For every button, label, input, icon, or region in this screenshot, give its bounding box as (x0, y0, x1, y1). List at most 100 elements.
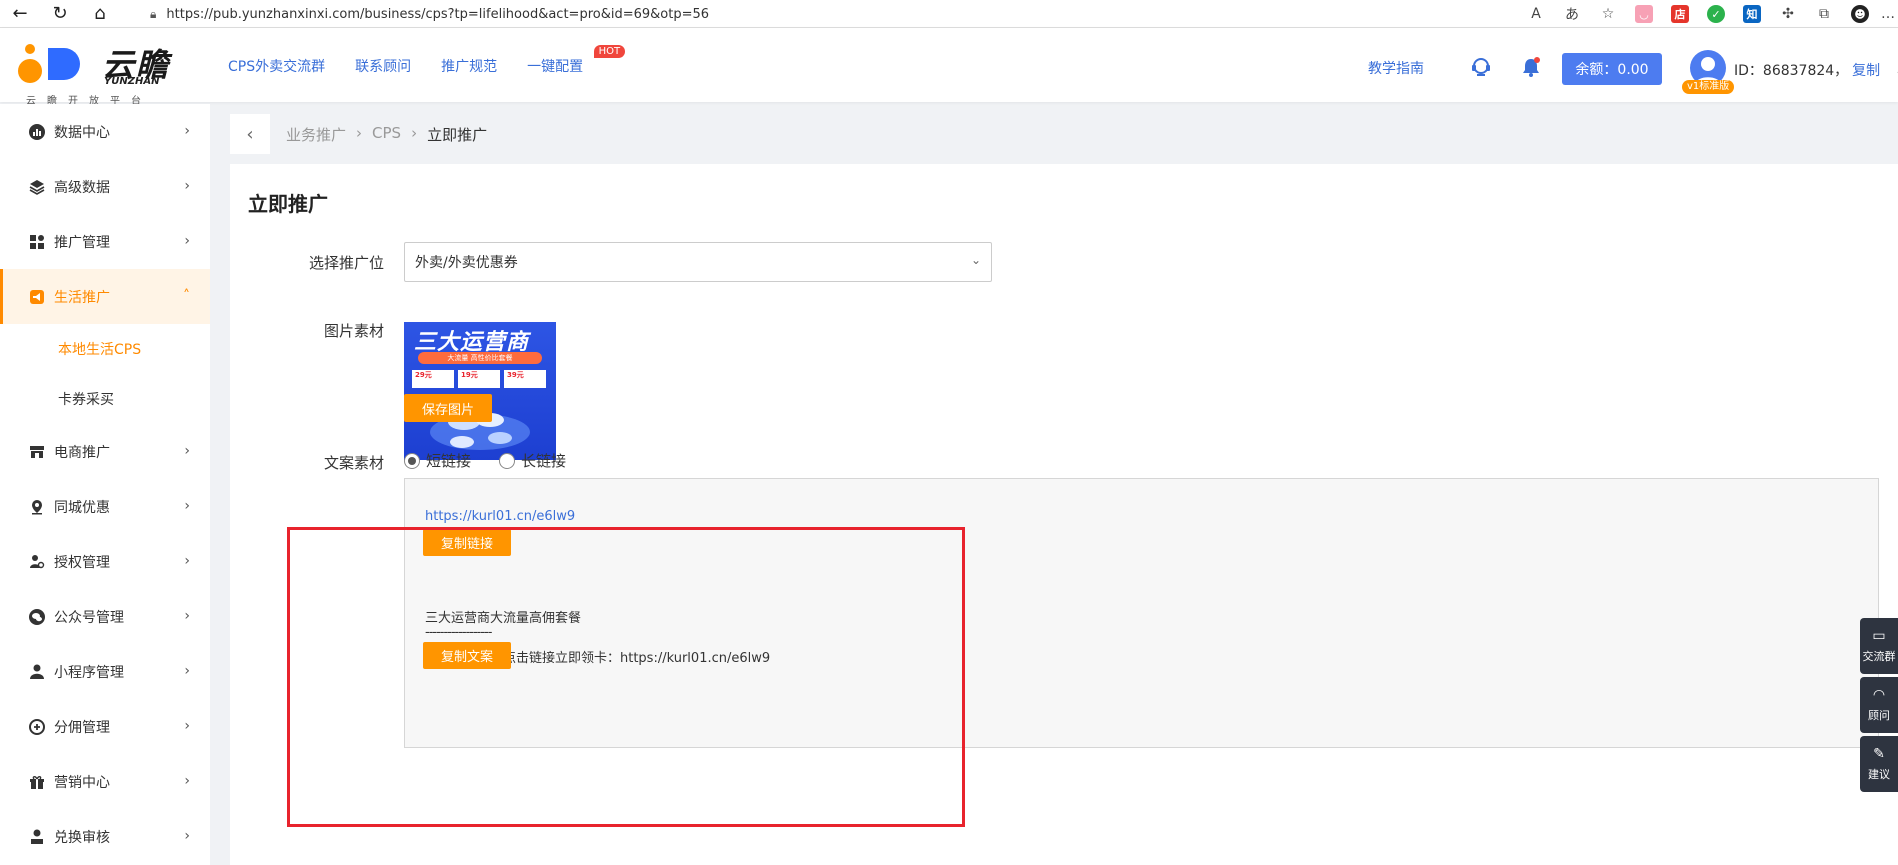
poster-price-card: 19元 (458, 370, 500, 388)
more-icon[interactable]: … (1878, 0, 1898, 28)
chevron-right-icon: › (184, 718, 190, 734)
sidebar-item-mini-program[interactable]: 小程序管理 › (0, 644, 210, 699)
chart-icon (28, 123, 46, 141)
float-suggestion[interactable]: ✎ 建议 (1860, 736, 1898, 792)
chevron-right-icon: › (184, 608, 190, 624)
promo-position-select[interactable]: 外卖/外卖优惠券 ⌄ (404, 242, 992, 282)
short-link-url[interactable]: https://kurl01.cn/e6lw9 (425, 509, 575, 524)
person-icon (28, 663, 46, 681)
customer-service-icon[interactable] (1470, 56, 1492, 78)
link-type-radio-group: 短链接 长链接 (404, 450, 566, 471)
radio-unchecked-icon (499, 452, 516, 469)
sidebar-subitem-coupon-purchase[interactable]: 卡券采买 (0, 374, 210, 424)
wechat-icon (28, 608, 46, 626)
balance-button[interactable]: 余额：0.00 (1562, 53, 1662, 85)
tutorial-link[interactable]: 教学指南 (1368, 58, 1458, 78)
sidebar-item-label: 同城优惠 (54, 499, 110, 516)
sidebar-item-official-account[interactable]: 公众号管理 › (0, 589, 210, 644)
sidebar-item-commission[interactable]: 分佣管理 › (0, 699, 210, 754)
long-link-radio[interactable]: 长链接 (499, 450, 566, 471)
address-bar[interactable]: 🔒︎ https://pub.yunzhanxinxi.com/business… (150, 0, 1540, 28)
favorite-add-icon[interactable]: ☆ (1590, 0, 1626, 28)
translate-icon[interactable]: あ (1554, 0, 1590, 28)
extension-cat-icon[interactable]: ◡ (1626, 0, 1662, 28)
chevron-right-icon: › (184, 773, 190, 789)
commission-icon (28, 718, 46, 736)
sidebar-item-advanced-data[interactable]: 高级数据 › (0, 159, 210, 214)
breadcrumb-item[interactable]: 业务推广 (286, 124, 346, 145)
image-label: 图片素材 (323, 322, 384, 340)
sidebar-item-life-promo[interactable]: 生活推广 ˄ (0, 269, 210, 324)
back-button[interactable]: ‹ (230, 114, 270, 154)
copy-id-link[interactable]: 复制 (1852, 63, 1880, 79)
sidebar-item-label: 小程序管理 (54, 664, 124, 681)
short-link-radio[interactable]: 短链接 (404, 450, 471, 471)
notification-bell-icon[interactable] (1520, 56, 1542, 78)
edit-icon: ✎ (1873, 746, 1885, 762)
back-arrow-icon[interactable]: ← (0, 0, 40, 28)
extensions-puzzle-icon[interactable]: ✣ (1770, 0, 1806, 28)
user-id-text: ID：86837824， (1734, 63, 1849, 79)
float-advisor-label: 顾问 (1868, 709, 1890, 722)
page-title: 立即推广 (248, 192, 328, 216)
collections-icon[interactable]: ⧉ (1806, 0, 1842, 28)
poster-top-logos (404, 310, 556, 322)
float-chat-group[interactable]: ▭ 交流群 (1860, 618, 1898, 674)
sidebar-subitem-local-cps[interactable]: 本地生活CPS (0, 324, 210, 374)
breadcrumb-separator: › (356, 124, 363, 142)
reload-icon[interactable]: ↻ (40, 0, 80, 28)
sidebar-item-label: 公众号管理 (54, 609, 124, 626)
sidebar-item-redeem-review[interactable]: 兑换审核 › (0, 809, 210, 864)
short-link-label: 短链接 (426, 452, 472, 470)
sidebar-item-ecommerce-promo[interactable]: 电商推广 › (0, 424, 210, 479)
user-id: ID：86837824，复制 ⌄ (1734, 60, 1898, 80)
chevron-down-icon[interactable]: ⌄ (1895, 63, 1898, 79)
logo-subtext: YUNZHAN (104, 76, 160, 87)
highlight-annotation-box (287, 527, 965, 827)
sidebar-item-label: 高级数据 (54, 179, 110, 196)
radio-checked-icon (404, 452, 420, 469)
chevron-right-icon: › (184, 178, 190, 194)
nav-promo-rules[interactable]: 推广规范 (441, 56, 497, 76)
float-chat-label: 交流群 (1862, 650, 1896, 663)
nav-contact-advisor[interactable]: 联系顾问 (355, 56, 411, 76)
extension-zhihu-icon[interactable]: 知 (1734, 0, 1770, 28)
browser-toolbar: ← ↻ ⌂ 🔒︎ https://pub.yunzhanxinxi.com/bu… (0, 0, 1898, 28)
breadcrumb-item[interactable]: CPS (372, 124, 401, 145)
breadcrumb: 业务推广 › CPS › 立即推广 (286, 124, 487, 145)
nav-cps-group[interactable]: CPS外卖交流群 (228, 56, 325, 76)
chevron-right-icon: › (184, 498, 190, 514)
profile-avatar-icon[interactable]: ☻ (1842, 0, 1878, 28)
breadcrumb-current: 立即推广 (427, 126, 488, 144)
save-image-button[interactable]: 保存图片 (404, 394, 492, 422)
layers-icon (28, 178, 46, 196)
poster-price-cards: 29元 19元 39元 (412, 370, 546, 388)
version-badge: v1标准版 (1682, 80, 1735, 94)
sidebar-item-promo-management[interactable]: 推广管理 › (0, 214, 210, 269)
sidebar-item-data-center[interactable]: 数据中心 › (0, 104, 210, 159)
float-suggestion-label: 建议 (1868, 768, 1890, 781)
poster-price-card: 39元 (504, 370, 546, 388)
chevron-left-icon: ‹ (246, 123, 254, 145)
float-advisor[interactable]: ◠ 顾问 (1860, 677, 1898, 733)
chevron-right-icon: › (184, 553, 190, 569)
extension-check-icon[interactable]: ✓ (1698, 0, 1734, 28)
megaphone-icon (28, 288, 46, 306)
nav-one-click-config[interactable]: 一键配置 HOT (527, 45, 626, 76)
logo-mark-icon (18, 44, 80, 83)
store-icon (28, 443, 46, 461)
extension-shop-icon[interactable]: 店 (1662, 0, 1698, 28)
floating-toolbar: ▭ 交流群 ◠ 顾问 ✎ 建议 (1860, 618, 1898, 795)
long-link-label: 长链接 (521, 452, 567, 470)
sidebar-item-authorization[interactable]: 授权管理 › (0, 534, 210, 589)
sidebar-item-marketing[interactable]: 营销中心 › (0, 754, 210, 809)
sidebar-item-label: 营销中心 (54, 774, 110, 791)
yunzhan-logo[interactable]: 云瞻 YUNZHAN 云瞻开放平台 (18, 36, 178, 107)
copy-material-label: 文案素材 (323, 454, 384, 472)
location-icon (28, 498, 46, 516)
read-aloud-icon[interactable]: A (1518, 0, 1554, 28)
home-icon[interactable]: ⌂ (80, 0, 120, 28)
poster-price-card: 29元 (412, 370, 454, 388)
sidebar-item-label: 数据中心 (54, 124, 110, 141)
sidebar-item-local-deals[interactable]: 同城优惠 › (0, 479, 210, 534)
